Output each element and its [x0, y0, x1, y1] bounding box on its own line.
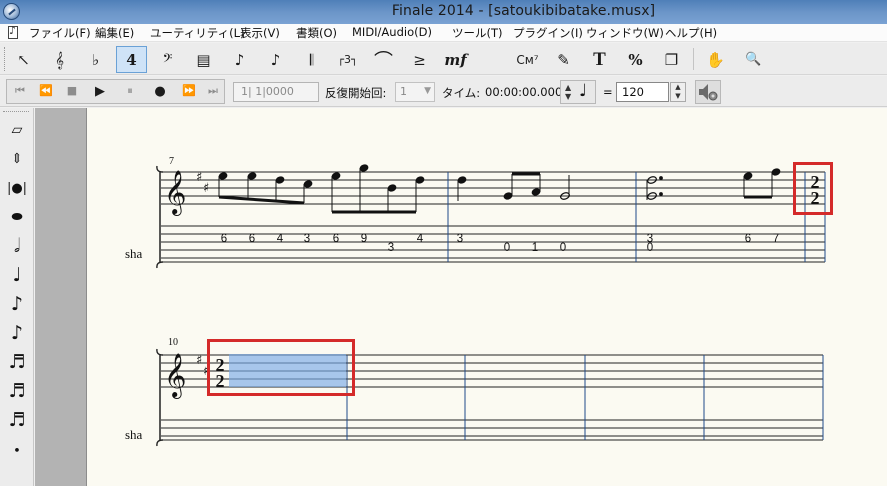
tab-fret-number: 1	[531, 242, 539, 254]
tab-fret-number: 3	[456, 233, 464, 245]
annotation-highlight-box	[793, 162, 833, 215]
score-notation: 𝄞 ♯ ♯ 2 2 𝄞 ♯ ♯ 2 2	[156, 164, 826, 447]
tab-fret-number: 6	[744, 233, 752, 245]
tab-fret-number: 0	[559, 242, 567, 254]
finale-window: Finale 2014 - [satoukibibatake.musx] ファイ…	[0, 0, 887, 486]
system1-staff	[161, 171, 825, 263]
tab-fret-number: 4	[416, 233, 424, 245]
sharp-icon: ♯	[203, 181, 209, 196]
system2-barlines	[346, 355, 824, 440]
tab-fret-number: 7	[772, 233, 780, 245]
tab-fret-number: 6	[332, 233, 340, 245]
sharp-icon: ♯	[196, 353, 202, 368]
instrument-name: sha	[125, 427, 143, 442]
tab-fret-number: 6	[248, 233, 256, 245]
tab-fret-number: 9	[360, 233, 368, 245]
measure-number: 7	[169, 156, 174, 167]
tab-fret-number: 3	[303, 233, 311, 245]
tab-fret-number: 0	[503, 242, 511, 254]
tab-fret-number: 4	[276, 233, 284, 245]
treble-clef-icon: 𝄞	[164, 353, 186, 399]
tab-fret-number: 3	[387, 242, 395, 254]
sharp-icon: ♯	[196, 170, 202, 185]
tab-fret-number: 0	[646, 242, 654, 254]
annotation-highlight-box	[207, 339, 355, 396]
instrument-name: sha	[125, 246, 143, 261]
treble-clef-icon: 𝄞	[164, 170, 186, 216]
measure-number: 10	[168, 337, 178, 348]
tab-fret-number: 6	[220, 233, 228, 245]
measure9-notes	[646, 168, 781, 200]
